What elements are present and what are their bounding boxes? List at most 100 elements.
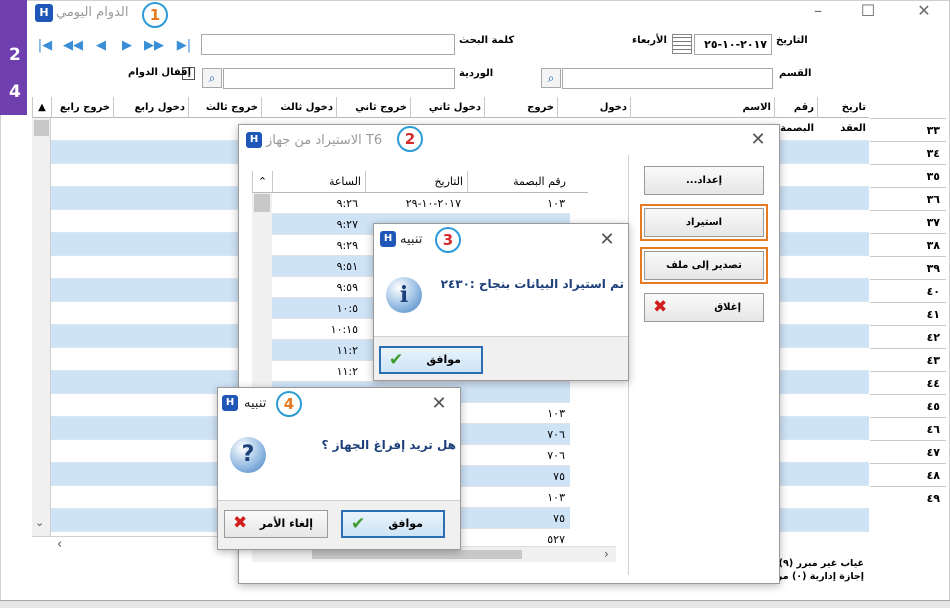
row-number: ٤٥ xyxy=(870,394,946,417)
calendar-icon[interactable] xyxy=(672,34,692,54)
table-row[interactable]: ١٠٣ ٢٠١٧-١٠-٢٩ ٩:٢٦ xyxy=(272,193,570,214)
cell-time: ٩:٢٧ xyxy=(336,218,358,231)
cell-time: ١٠:١٥ xyxy=(330,323,358,336)
column-header[interactable]: خروج xyxy=(484,97,557,118)
cell-time: ١٠:٥ xyxy=(336,302,358,315)
delete-icon: ✖ xyxy=(233,513,248,533)
app-icon: H xyxy=(380,231,396,247)
cell-id: ٧٥ xyxy=(553,470,565,483)
cell-id: ١٠٣ xyxy=(547,407,565,420)
department-field[interactable] xyxy=(562,68,773,89)
main-scrollbar[interactable]: ⌄ xyxy=(32,118,51,536)
next-icon[interactable]: ▶ xyxy=(115,38,139,53)
column-header[interactable]: دخول xyxy=(557,97,630,118)
close-icon[interactable]: ✕ xyxy=(597,229,617,250)
shift-field[interactable] xyxy=(223,68,455,89)
check-icon: ✔ xyxy=(389,350,404,370)
column-header[interactable]: التاريخ xyxy=(365,171,467,193)
fast-forward-icon[interactable]: ▶▶ xyxy=(142,38,166,53)
scroll-down-icon[interactable]: ⌄ xyxy=(35,516,44,529)
row-number: ٤٣ xyxy=(870,348,946,371)
row-number: ٤٩ xyxy=(870,486,946,509)
strip-number: 4 xyxy=(9,82,21,102)
fast-back-icon[interactable]: ◀◀ xyxy=(61,38,85,53)
row-number: ٤٦ xyxy=(870,417,946,440)
column-header[interactable]: خروج رابع xyxy=(51,97,113,118)
cell-id: ٧٠٦ xyxy=(547,449,565,462)
step-badge: 4 xyxy=(276,391,302,417)
close-icon[interactable]: ✕ xyxy=(748,129,768,150)
maximize-icon[interactable]: ☐ xyxy=(858,1,878,21)
department-label: القسم xyxy=(779,68,812,79)
row-number: ٤٤ xyxy=(870,371,946,394)
window-title: الدوام اليومي xyxy=(56,5,129,20)
row-number: ٣٥ xyxy=(870,164,946,187)
cell-id: ١٠٣ xyxy=(547,491,565,504)
info-icon: i xyxy=(386,277,422,313)
day-label: الأربعاء xyxy=(632,35,667,46)
cell-time: ٩:٥١ xyxy=(336,260,358,273)
row-number: ٣٦ xyxy=(870,187,946,210)
cell-time: ٩:٢٦ xyxy=(336,197,358,210)
column-header[interactable]: الساعة xyxy=(272,171,365,193)
column-header[interactable]: تاريخ العقد xyxy=(817,97,869,134)
app-icon: H xyxy=(246,132,262,148)
row-number: ٤٨ xyxy=(870,463,946,486)
column-header[interactable]: رقم البصمة xyxy=(774,97,817,134)
cell-id: ٥٢٧ xyxy=(547,533,565,546)
date-label: التاريخ xyxy=(776,35,808,46)
cell-time: ١١:٢ xyxy=(336,344,358,357)
scrollbar-thumb[interactable] xyxy=(254,194,270,212)
column-header[interactable]: خروج ثاني xyxy=(336,97,410,118)
cell-id: ٧٠٦ xyxy=(547,428,565,441)
export-button[interactable]: تصدير إلى ملف xyxy=(640,247,768,284)
cancel-button-label: إلغاء الأمر xyxy=(259,517,313,530)
close-button[interactable]: ✖ إغلاق xyxy=(644,293,764,322)
date-field[interactable]: ٢٠١٧-١٠-٢٥ xyxy=(694,34,772,55)
row-number: ٣٣ xyxy=(870,118,946,141)
shift-label: الوردية xyxy=(459,68,494,79)
scroll-up-icon[interactable]: ⌃ xyxy=(252,171,272,193)
column-header[interactable]: خروج ثالث xyxy=(188,97,261,118)
column-header[interactable]: الاسم xyxy=(630,97,774,118)
import-dialog-title: T6 الاستيراد من جهاز xyxy=(266,133,383,148)
cancel-button[interactable]: ✖ إلغاء الأمر xyxy=(224,510,328,538)
search-input[interactable] xyxy=(201,34,455,55)
ok-button[interactable]: ✔ موافق xyxy=(341,510,445,538)
search-icon[interactable]: ⌕ xyxy=(202,68,222,88)
close-icon[interactable]: ✕ xyxy=(429,393,449,414)
side-strip: 2 4 xyxy=(0,0,27,115)
minimize-icon[interactable]: – xyxy=(808,1,828,21)
delete-icon: ✖ xyxy=(653,297,668,317)
bottom-buttons-bar xyxy=(0,600,950,608)
settings-button[interactable]: إعداد... xyxy=(644,166,764,195)
scroll-left-icon[interactable]: ‹ xyxy=(32,536,240,552)
cell-time: ٩:٢٩ xyxy=(336,239,358,252)
search-icon[interactable]: ⌕ xyxy=(541,68,561,88)
cell-id: ٧٥ xyxy=(553,512,565,525)
column-header[interactable]: دخول ثالث xyxy=(261,97,336,118)
import-button[interactable]: استيراد xyxy=(640,204,768,241)
step-badge: 1 xyxy=(142,2,168,28)
step-badge: 3 xyxy=(435,227,461,253)
scrollbar-thumb[interactable] xyxy=(34,120,49,136)
row-number: ٣٨ xyxy=(870,233,946,256)
column-header[interactable]: دخول رابع xyxy=(113,97,188,118)
close-icon[interactable]: ✕ xyxy=(914,1,934,21)
column-header[interactable]: دخول ثاني xyxy=(410,97,484,118)
ok-button[interactable]: ✔ موافق xyxy=(379,346,483,374)
cell-time: ٩:٥٩ xyxy=(336,281,358,294)
scrollbar-thumb[interactable] xyxy=(312,550,522,559)
column-header[interactable]: رقم البصمة xyxy=(467,171,570,193)
close-shift-label: إقفال الدوام xyxy=(128,67,192,78)
question-icon: ? xyxy=(230,437,266,473)
last-record-icon[interactable]: ▶| xyxy=(172,38,196,53)
check-icon: ✔ xyxy=(351,514,366,534)
row-number: ٤٠ xyxy=(870,279,946,302)
previous-icon[interactable]: ◀ xyxy=(89,38,113,53)
scroll-up-icon[interactable]: ▲ xyxy=(32,97,51,118)
row-number: ٤٧ xyxy=(870,440,946,463)
scroll-right-icon[interactable]: › xyxy=(604,547,609,561)
strip-number: 2 xyxy=(9,45,21,65)
first-record-icon[interactable]: |◀ xyxy=(33,38,57,53)
